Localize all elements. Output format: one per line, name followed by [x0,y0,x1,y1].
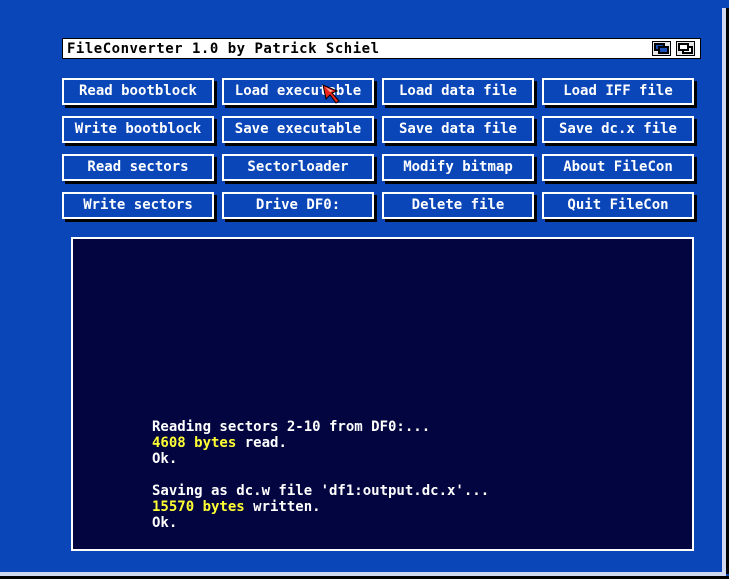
load-iff-file-button[interactable]: Load IFF file [542,78,694,105]
sectorloader-button[interactable]: Sectorloader [222,154,374,181]
modify-bitmap-button[interactable]: Modify bitmap [382,154,534,181]
mouse-pointer-icon [322,84,340,104]
write-sectors-button[interactable]: Write sectors [62,192,214,219]
save-executable-button[interactable]: Save executable [222,116,374,143]
workbench-screen: FileConverter 1.0 by Patrick Schiel Read… [0,0,729,579]
window-title: FileConverter 1.0 by Patrick Schiel [67,41,380,57]
output-line: 15570 bytes written. [152,499,321,515]
output-line: 4608 bytes read. [152,435,287,451]
load-executable-button[interactable]: Load executable [222,78,374,105]
window-title-bar[interactable]: FileConverter 1.0 by Patrick Schiel [62,38,701,59]
output-text: written. [244,499,321,515]
quit-button[interactable]: Quit FileCon [542,192,694,219]
output-line: Reading sectors 2-10 from DF0:... [152,419,431,435]
output-line: Ok. [152,451,178,467]
output-line: Saving as dc.w file 'df1:output.dc.x'... [152,483,490,499]
about-button[interactable]: About FileCon [542,154,694,181]
window-front-icon[interactable] [676,41,695,56]
output-text: read. [236,435,287,451]
output-console: Reading sectors 2-10 from DF0:... 4608 b… [71,237,694,551]
save-dcx-file-button[interactable]: Save dc.x file [542,116,694,143]
load-data-file-button[interactable]: Load data file [382,78,534,105]
delete-file-button[interactable]: Delete file [382,192,534,219]
bytes-written-value: 15570 bytes [152,499,245,515]
bytes-read-value: 4608 bytes [152,435,237,451]
output-line: Ok. [152,515,178,531]
drive-select-button[interactable]: Drive DF0: [222,192,374,219]
write-bootblock-button[interactable]: Write bootblock [62,116,214,143]
read-sectors-button[interactable]: Read sectors [62,154,214,181]
window-back-icon[interactable] [652,41,671,56]
read-bootblock-button[interactable]: Read bootblock [62,78,214,105]
save-data-file-button[interactable]: Save data file [382,116,534,143]
